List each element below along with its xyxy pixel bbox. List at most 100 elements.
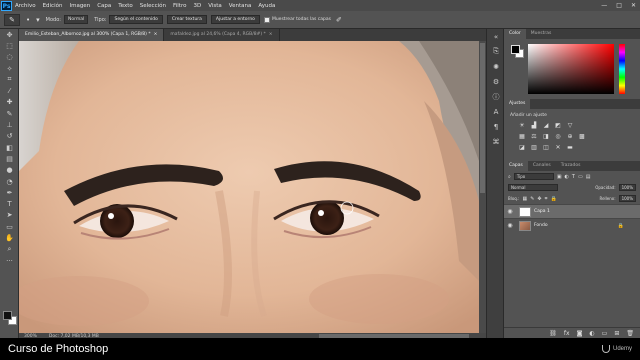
foreground-color-swatch[interactable] — [3, 311, 12, 320]
dodge-tool-icon[interactable]: ◔ — [0, 176, 19, 187]
color-balance-icon[interactable]: ⚖ — [530, 133, 538, 140]
quick-select-tool-icon[interactable]: ✧ — [0, 63, 19, 74]
filter-type-icon[interactable]: T — [572, 174, 575, 180]
fill-input[interactable]: 100% — [618, 195, 636, 202]
selective-color-icon[interactable]: ✕ — [554, 144, 562, 151]
tab-channels[interactable]: Canales — [528, 161, 556, 171]
brush-settings-icon[interactable]: ▾ — [36, 16, 40, 24]
tool-preset-picker[interactable]: ✎ — [4, 13, 20, 26]
delete-layer-icon[interactable]: 🗑 — [626, 330, 634, 337]
pressure-brush-icon[interactable]: ✐ — [336, 16, 342, 24]
color-spectrum[interactable] — [528, 44, 614, 94]
gradient-map-icon[interactable]: ▬ — [566, 144, 574, 151]
marquee-tool-icon[interactable]: ⬚ — [0, 40, 19, 51]
vertical-scrollbar[interactable] — [479, 41, 486, 333]
levels-icon[interactable]: ▟ — [530, 122, 538, 129]
hue-saturation-icon[interactable]: ▦ — [518, 133, 526, 140]
brush-size-icon[interactable]: • — [26, 16, 30, 24]
menu-ventana[interactable]: Ventana — [229, 3, 252, 9]
actions-icon[interactable]: ✺ — [487, 59, 505, 74]
history-brush-tool-icon[interactable]: ↺ — [0, 131, 19, 142]
blend-mode-select[interactable]: Normal — [508, 184, 558, 191]
maximize-button[interactable]: □ — [616, 2, 622, 9]
black-white-icon[interactable]: ◨ — [542, 133, 550, 140]
exposure-icon[interactable]: ◩ — [554, 122, 562, 129]
crop-tool-icon[interactable]: ⌗ — [0, 74, 19, 85]
menu-edicion[interactable]: Edición — [43, 3, 63, 9]
invert-icon[interactable]: ◪ — [518, 144, 526, 151]
move-tool-icon[interactable]: ✥ — [0, 29, 19, 40]
visibility-eye-icon[interactable]: ◉ — [504, 208, 516, 215]
filter-pixel-icon[interactable]: ▣ — [557, 174, 562, 180]
tab-layers[interactable]: Capas — [504, 161, 528, 171]
vibrance-icon[interactable]: ▽ — [566, 122, 574, 129]
image-canvas[interactable] — [19, 41, 479, 333]
menu-filtro[interactable]: Filtro — [173, 3, 186, 9]
sample-all-layers-checkbox[interactable]: Muestrear todas las capas — [263, 16, 331, 23]
tab-paths[interactable]: Trazados — [556, 161, 586, 171]
lock-artboard-icon[interactable]: ⌗ — [545, 196, 548, 202]
paragraph-icon[interactable]: ¶ — [487, 119, 505, 134]
threshold-icon[interactable]: ◫ — [542, 144, 550, 151]
menu-seleccion[interactable]: Selección — [140, 3, 166, 9]
new-adjustment-layer-icon[interactable]: ◐ — [589, 330, 594, 337]
menu-capa[interactable]: Capa — [97, 3, 111, 9]
color-swatches[interactable] — [3, 311, 17, 325]
filter-smart-icon[interactable]: ▤ — [586, 174, 591, 180]
clone-stamp-tool-icon[interactable]: ⊥ — [0, 119, 19, 130]
new-group-icon[interactable]: ▭ — [602, 330, 608, 337]
content-aware-button[interactable]: Según el contenido — [109, 15, 163, 24]
minimize-button[interactable]: — — [601, 2, 607, 9]
layer-row-capa-1[interactable]: ◉ Capa 1 — [504, 204, 640, 218]
close-button[interactable]: ✕ — [631, 2, 636, 9]
more-tools-icon[interactable]: ··· — [0, 255, 19, 266]
layer-style-icon[interactable]: fx — [564, 330, 570, 337]
close-icon[interactable]: × — [269, 32, 273, 37]
close-icon[interactable]: × — [154, 32, 158, 37]
lasso-tool-icon[interactable]: ◌ — [0, 52, 19, 63]
rectangle-tool-icon[interactable]: ▭ — [0, 221, 19, 232]
history-icon[interactable]: ⎘ — [487, 44, 505, 59]
gradient-tool-icon[interactable]: ▤ — [0, 153, 19, 164]
photo-filter-icon[interactable]: ◎ — [554, 133, 562, 140]
hue-slider[interactable] — [619, 44, 625, 94]
menu-imagen[interactable]: Imagen — [69, 3, 90, 9]
doc-tab[interactable]: mafaldez.jpg al 24,6% (Capa 4, RGB/8#) *… — [164, 29, 280, 41]
menu-archivo[interactable]: Archivo — [15, 3, 36, 9]
panel-foreground-swatch[interactable] — [511, 45, 520, 54]
curves-icon[interactable]: ◢ — [542, 122, 550, 129]
doc-tab-active[interactable]: Emilio_Esteban_Albornoz.jpg al 300% (Cap… — [19, 29, 165, 41]
link-layers-icon[interactable]: ⛓ — [549, 330, 557, 337]
hand-tool-icon[interactable]: ✋ — [0, 232, 19, 243]
proximity-match-button[interactable]: Ajustar a entorno — [210, 15, 260, 24]
menu-texto[interactable]: Texto — [118, 3, 133, 9]
menu-3d[interactable]: 3D — [193, 3, 201, 9]
lock-all-icon[interactable]: 🔒 — [550, 196, 556, 202]
eraser-tool-icon[interactable]: ◧ — [0, 142, 19, 153]
brush-tool-icon[interactable]: ✎ — [0, 108, 19, 119]
filter-shape-icon[interactable]: ▭ — [578, 174, 583, 180]
blur-tool-icon[interactable]: ● — [0, 165, 19, 176]
visibility-eye-icon[interactable]: ◉ — [504, 222, 516, 229]
character-icon[interactable]: A — [487, 104, 505, 119]
new-layer-icon[interactable]: ⊞ — [614, 330, 619, 337]
brightness-contrast-icon[interactable]: ☀ — [518, 122, 526, 129]
path-select-tool-icon[interactable]: ➤ — [0, 210, 19, 221]
info-icon[interactable]: ⓘ — [487, 89, 505, 104]
healing-brush-tool-icon[interactable]: ✚ — [0, 97, 19, 108]
lock-pixels-icon[interactable]: ✎ — [530, 196, 534, 202]
lock-position-icon[interactable]: ✥ — [537, 196, 541, 202]
layer-row-fondo[interactable]: ◉ Fondo 🔒 — [504, 218, 640, 232]
opacity-input[interactable]: 100% — [618, 184, 636, 191]
posterize-icon[interactable]: ▥ — [530, 144, 538, 151]
eyedropper-tool-icon[interactable]: ⁄ — [0, 85, 19, 96]
pen-tool-icon[interactable]: ✒ — [0, 187, 19, 198]
zoom-tool-icon[interactable]: ⌕ — [0, 244, 19, 255]
tab-color[interactable]: Color — [504, 29, 526, 39]
layer-filter-select[interactable]: Tipo — [513, 173, 554, 180]
add-mask-icon[interactable]: ◙ — [577, 330, 583, 337]
scroll-thumb[interactable] — [480, 43, 485, 193]
brushes-icon[interactable]: ⌘ — [487, 134, 505, 149]
type-tool-icon[interactable]: T — [0, 198, 19, 209]
filter-adjust-icon[interactable]: ◐ — [565, 174, 569, 180]
